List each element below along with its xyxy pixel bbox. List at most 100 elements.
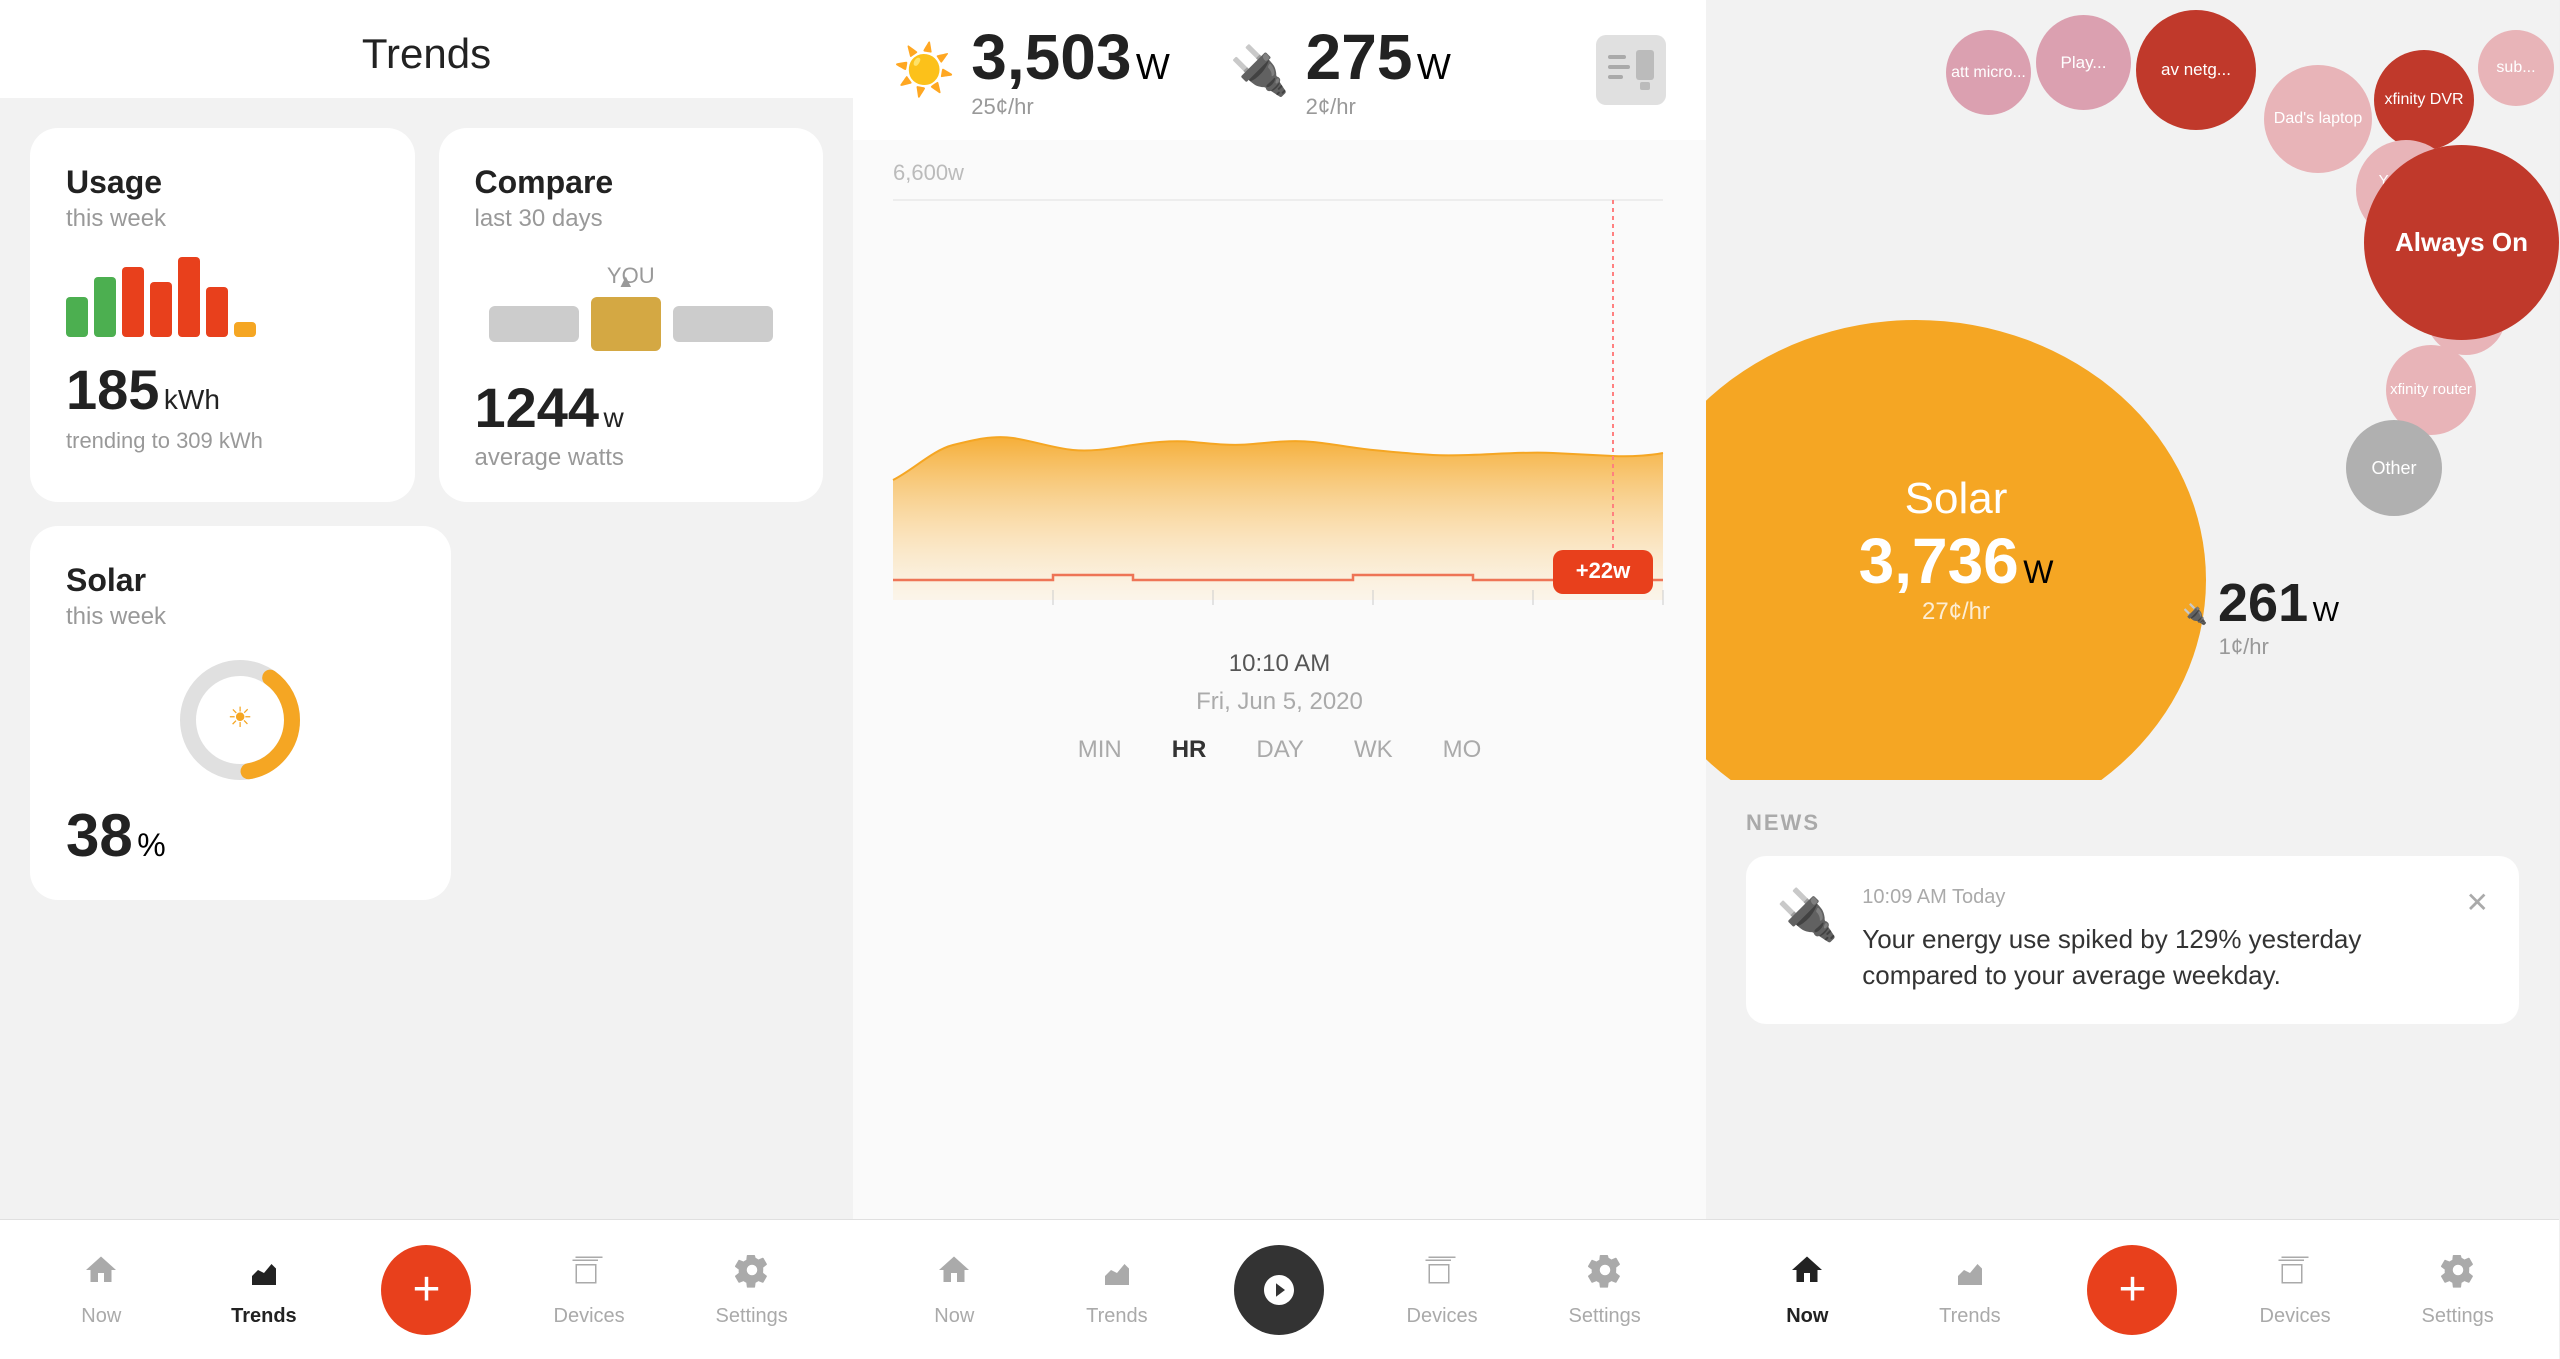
devices3-icon xyxy=(2277,1252,2313,1297)
compare-unit-label: average watts xyxy=(475,444,788,472)
chart-svg: +22w xyxy=(853,160,1706,640)
bar-5 xyxy=(178,257,200,337)
nav3-settings-label: Settings xyxy=(2422,1305,2494,1328)
nav-settings[interactable]: Settings xyxy=(670,1252,833,1328)
solar-donut: ☀ xyxy=(66,655,415,785)
tab-min[interactable]: MIN xyxy=(1078,736,1122,764)
panel-now: Solar 3,736 W 27¢/hr att micro... Play..… xyxy=(1706,0,2559,1359)
svg-text:☀: ☀ xyxy=(228,702,253,733)
you-arrow: ▲ xyxy=(617,271,635,292)
trends-heading: Trends xyxy=(362,30,491,77)
always-on-label: Always On xyxy=(2395,227,2528,258)
nav3-devices[interactable]: Devices xyxy=(2214,1252,2377,1328)
plug-bubble-icon: 🔌 xyxy=(2183,604,2208,626)
bubble-av-netg[interactable]: av netg... xyxy=(2136,10,2256,130)
add-button-dark[interactable] xyxy=(1234,1245,1324,1335)
nav2-trends[interactable]: Trends xyxy=(1036,1252,1199,1328)
trends-content: Usage this week 185 kWh trending to 309 … xyxy=(0,98,853,1219)
nav-add[interactable]: + xyxy=(345,1245,508,1335)
nav-trends[interactable]: Trends xyxy=(183,1252,346,1328)
bottom-nav-chart: Now Trends Devices Settings xyxy=(853,1219,1706,1359)
nav2-add[interactable] xyxy=(1198,1245,1361,1335)
chart-area: 6,600w xyxy=(853,140,1706,1219)
solar-value-row: 38 % xyxy=(66,801,415,870)
tab-hr[interactable]: HR xyxy=(1172,736,1207,764)
always-on-bubble[interactable]: Always On xyxy=(2364,145,2559,340)
news-time: 10:09 AM Today xyxy=(1862,886,2441,909)
usage-card[interactable]: Usage this week 185 kWh trending to 309 … xyxy=(30,128,415,502)
bubble-xfinity-dvr[interactable]: xfinity DVR xyxy=(2374,50,2474,150)
nav3-now[interactable]: Now xyxy=(1726,1252,1889,1328)
news-text: Your energy use spiked by 129% yesterday… xyxy=(1862,921,2441,994)
news-section: NEWS 🔌 10:09 AM Today Your energy use sp… xyxy=(1706,780,2559,1024)
usage-bars xyxy=(66,257,379,337)
bottom-nav-trends: Now Trends + Devices Settings xyxy=(0,1219,853,1359)
settings-icon xyxy=(734,1252,770,1297)
solar-rate: 25¢/hr xyxy=(971,94,1170,120)
solar-card[interactable]: Solar this week ☀ 38 % xyxy=(30,526,451,900)
news-content: 10:09 AM Today Your energy use spiked by… xyxy=(1862,886,2441,994)
solar-header-item: ☀️ 3,503 W 25¢/hr xyxy=(893,20,1170,120)
sub-label: sub... xyxy=(2496,59,2535,77)
nav3-trends[interactable]: Trends xyxy=(1889,1252,2052,1328)
solar-bubble-unit: W xyxy=(2023,554,2053,590)
home3-icon xyxy=(1789,1252,1825,1297)
usage-header-value: 275 W 2¢/hr xyxy=(1306,20,1451,120)
trends3-icon xyxy=(1952,1252,1988,1297)
sun-icon: ☀️ xyxy=(893,41,955,100)
compare-bar-you: ▲ xyxy=(591,297,661,351)
compare-card[interactable]: Compare last 30 days YOU ▲ 1244 w averag… xyxy=(439,128,824,502)
nav3-settings[interactable]: Settings xyxy=(2376,1252,2539,1328)
xfinity-router-label: xfinity router xyxy=(2386,377,2476,403)
play-top-label: Play... xyxy=(2061,53,2107,73)
compare-bars: ▲ xyxy=(475,297,788,351)
usage-bubble-rate: 1¢/hr xyxy=(2219,634,2339,660)
add-button[interactable]: + xyxy=(381,1245,471,1335)
tab-mo[interactable]: MO xyxy=(1443,736,1482,764)
nav2-now[interactable]: Now xyxy=(873,1252,1036,1328)
nav-now[interactable]: Now xyxy=(20,1252,183,1328)
chart-svg-container: +22w xyxy=(853,160,1706,640)
home2-icon xyxy=(936,1252,972,1297)
news-close-button[interactable]: ✕ xyxy=(2466,886,2489,919)
nav2-devices[interactable]: Devices xyxy=(1361,1252,1524,1328)
nav3-add[interactable]: + xyxy=(2051,1245,2214,1335)
solar-percent-value: 38 xyxy=(66,802,133,869)
nav-now-label: Now xyxy=(81,1305,121,1328)
usage-big-value: 275 xyxy=(1306,21,1413,93)
nav2-devices-label: Devices xyxy=(1407,1305,1478,1328)
solar-big-value: 3,503 xyxy=(971,21,1131,93)
add-button-3[interactable]: + xyxy=(2087,1245,2177,1335)
trends-title: Trends xyxy=(0,0,853,98)
nav-devices[interactable]: Devices xyxy=(508,1252,671,1328)
chart-date: Fri, Jun 5, 2020 xyxy=(853,688,1706,716)
bubble-dads-laptop[interactable]: Dad's laptop xyxy=(2264,65,2372,173)
solar-bubble-watts: 3,736 xyxy=(1859,525,2019,597)
devices2-icon xyxy=(1424,1252,1460,1297)
solar-subtitle: this week xyxy=(66,603,415,631)
usage-big-unit: W xyxy=(1417,46,1451,87)
nav3-devices-label: Devices xyxy=(2260,1305,2331,1328)
top-cards-row: Usage this week 185 kWh trending to 309 … xyxy=(30,128,823,502)
news-title: NEWS xyxy=(1746,810,2519,836)
bubble-other[interactable]: Other xyxy=(2346,420,2442,516)
bubble-att-micro[interactable]: att micro... xyxy=(1946,30,2031,115)
panel-chart: ☀️ 3,503 W 25¢/hr 🔌 275 W 2¢/hr xyxy=(853,0,1706,1359)
bubble-play-top[interactable]: Play... xyxy=(2036,15,2131,110)
nav2-settings-label: Settings xyxy=(1569,1305,1641,1328)
solar-header-value: 3,503 W 25¢/hr xyxy=(971,20,1170,120)
nav-devices-label: Devices xyxy=(554,1305,625,1328)
bubble-sub[interactable]: sub... xyxy=(2478,30,2554,106)
bubble-area: Solar 3,736 W 27¢/hr att micro... Play..… xyxy=(1706,0,2559,780)
solar-main-bubble: Solar 3,736 W 27¢/hr xyxy=(1706,320,2206,780)
bar-6 xyxy=(206,287,228,337)
usage-bubble-value: 🔌 261 W 1¢/hr xyxy=(2183,572,2339,660)
nav2-settings[interactable]: Settings xyxy=(1523,1252,1686,1328)
att-micro-label: att micro... xyxy=(1947,60,2030,86)
tab-wk[interactable]: WK xyxy=(1354,736,1393,764)
compare-bar-right xyxy=(673,306,773,342)
av-netg-label: av netg... xyxy=(2161,60,2231,80)
tab-day[interactable]: DAY xyxy=(1256,736,1304,764)
panel-trends: Trends Usage this week 185 kW xyxy=(0,0,853,1359)
grid-icon xyxy=(1596,35,1666,105)
